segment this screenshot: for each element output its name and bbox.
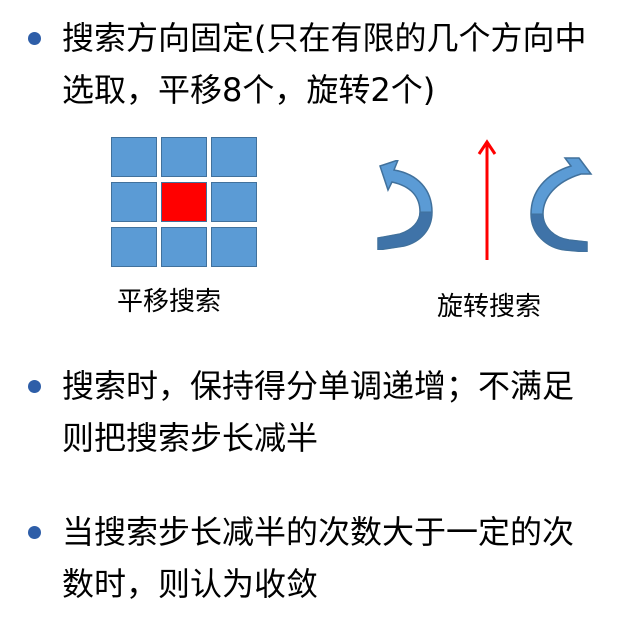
bullet-dot [28, 526, 41, 539]
bullet-convergence: 当搜索步长减半的次数大于一定的次 数时，则认为收敛 [28, 506, 603, 610]
forward-arrow-icon [477, 139, 497, 260]
translate-search-caption: 平移搜索 [117, 287, 222, 317]
translation-grid [111, 137, 261, 269]
bullet-text: 搜索方向固定(只在有限的几个方向中 选取，平移8个，旋转2个) [62, 12, 603, 116]
bullet-line: 搜索方向固定(只在有限的几个方向中 [62, 19, 587, 57]
bullet-text: 搜索时，保持得分单调递增；不满足 则把搜索步长减半 [62, 360, 603, 464]
bullet-search-directions: 搜索方向固定(只在有限的几个方向中 选取，平移8个，旋转2个) [28, 12, 603, 116]
rotate-right-arrow-icon [530, 157, 593, 252]
grid-cell [111, 182, 157, 222]
grid-cell [111, 227, 157, 267]
grid-cell [211, 182, 257, 222]
grid-cell-center [161, 182, 207, 222]
bullet-line: 选取，平移8个，旋转2个) [62, 71, 436, 109]
bullet-dot [28, 380, 41, 393]
bullet-dot [28, 32, 41, 45]
rotate-left-arrow-icon [377, 160, 433, 250]
grid-cell [211, 227, 257, 267]
bullet-line: 数时，则认为收敛 [62, 565, 319, 603]
bullet-line: 则把搜索步长减半 [62, 419, 319, 457]
rotate-search-caption: 旋转搜索 [437, 292, 542, 322]
grid-cell [211, 137, 257, 177]
bullet-text: 当搜索步长减半的次数大于一定的次 数时，则认为收敛 [62, 506, 603, 610]
bullet-line: 搜索时，保持得分单调递增；不满足 [62, 367, 575, 405]
bullet-score-monotonic: 搜索时，保持得分单调递增；不满足 则把搜索步长减半 [28, 360, 603, 464]
grid-cell [161, 227, 207, 267]
grid-cell [161, 137, 207, 177]
bullet-line: 当搜索步长减半的次数大于一定的次 [62, 513, 575, 551]
grid-cell [111, 137, 157, 177]
